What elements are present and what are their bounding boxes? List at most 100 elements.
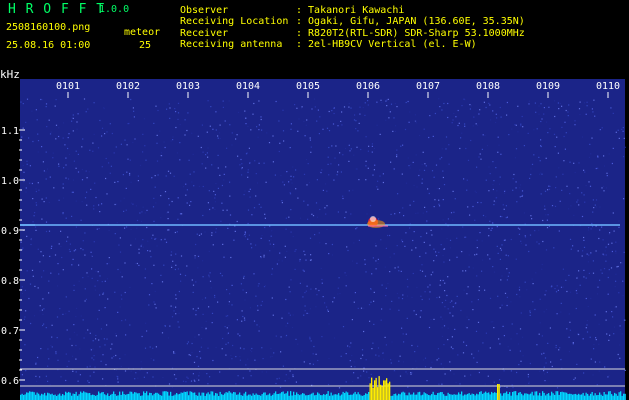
noise-dot (328, 323, 330, 325)
noise-dot (269, 356, 271, 358)
noise-dot (286, 250, 288, 252)
noise-dot (594, 314, 596, 316)
noise-dot (239, 359, 241, 361)
noise-dot (451, 336, 453, 338)
noise-dot (536, 241, 538, 243)
level-bar (371, 377, 373, 400)
level-bar (257, 394, 259, 400)
noise-dot (376, 186, 378, 188)
noise-dot (258, 162, 260, 164)
noise-dot (510, 370, 512, 372)
noise-dot (388, 117, 390, 119)
noise-dot (591, 222, 593, 225)
noise-dot (424, 366, 427, 368)
noise-dot (316, 179, 318, 181)
noise-dot (250, 129, 252, 131)
noise-dot (30, 322, 32, 325)
noise-dot (214, 197, 216, 199)
noise-dot (375, 245, 377, 247)
noise-dot (144, 212, 146, 214)
level-bar (74, 394, 76, 400)
noise-dot (271, 297, 273, 299)
noise-dot (408, 121, 410, 123)
noise-dot (472, 267, 474, 269)
level-bar (459, 394, 461, 400)
noise-dot (603, 190, 605, 192)
noise-dot (37, 356, 39, 359)
noise-dot (353, 372, 355, 374)
level-bar (602, 395, 604, 400)
noise-dot (368, 377, 370, 379)
noise-dot (544, 208, 546, 210)
level-bar (92, 394, 94, 400)
noise-dot (380, 239, 382, 241)
noise-dot (25, 187, 27, 189)
noise-dot (421, 264, 423, 266)
noise-dot (96, 228, 98, 230)
noise-dot (377, 188, 379, 190)
noise-dot (331, 110, 333, 112)
noise-dot (481, 270, 483, 272)
noise-dot (212, 128, 214, 130)
noise-dot (415, 122, 417, 124)
noise-dot (448, 144, 450, 146)
noise-dot (75, 358, 77, 360)
noise-dot (592, 260, 594, 262)
noise-dot (419, 269, 421, 271)
noise-dot (384, 266, 386, 268)
noise-dot (474, 254, 476, 256)
level-bar (84, 392, 86, 400)
noise-dot (439, 106, 441, 108)
noise-dot (531, 163, 534, 165)
noise-dot (526, 289, 528, 291)
level-bar (362, 395, 364, 400)
noise-dot (160, 239, 162, 241)
noise-dot (95, 338, 97, 340)
noise-dot (137, 377, 139, 379)
noise-dot (538, 333, 540, 335)
noise-dot (407, 157, 409, 159)
level-bar (479, 391, 481, 400)
noise-dot (264, 226, 266, 229)
level-bar (605, 394, 607, 400)
level-bar (488, 392, 490, 400)
noise-dot (541, 268, 543, 270)
noise-dot (619, 328, 621, 331)
noise-dot (365, 271, 367, 273)
noise-dot (97, 280, 99, 282)
noise-dot (22, 103, 24, 105)
level-bar (507, 394, 509, 400)
noise-dot (75, 200, 77, 202)
level-bar (411, 394, 413, 400)
level-bar (272, 394, 274, 400)
noise-dot (116, 203, 118, 205)
noise-dot (243, 194, 245, 196)
noise-dot (613, 230, 615, 232)
noise-dot (255, 173, 257, 175)
noise-dot (73, 160, 75, 162)
noise-dot (477, 350, 480, 352)
level-bar (419, 391, 421, 400)
noise-dot (196, 233, 198, 235)
noise-dot (198, 379, 200, 381)
level-bar (611, 394, 613, 400)
level-bar (288, 395, 290, 400)
spectrogram: 0101 0102 0103 0104 0105 0106 0107 0108 0109 0110… (0, 68, 626, 400)
noise-dot (54, 105, 56, 107)
level-bar (458, 392, 460, 400)
noise-dot (57, 263, 59, 265)
noise-dot (373, 323, 375, 325)
level-bar (146, 391, 148, 400)
noise-dot (427, 286, 429, 288)
noise-dot (466, 316, 468, 318)
noise-dot (141, 211, 143, 213)
noise-dot (50, 344, 52, 346)
noise-dot (328, 253, 330, 255)
noise-dot (231, 132, 233, 134)
noise-dot (599, 129, 601, 131)
noise-dot (119, 271, 122, 273)
noise-dot (445, 136, 448, 138)
noise-dot (35, 375, 37, 377)
noise-dot (28, 137, 30, 139)
level-bar (480, 391, 482, 400)
